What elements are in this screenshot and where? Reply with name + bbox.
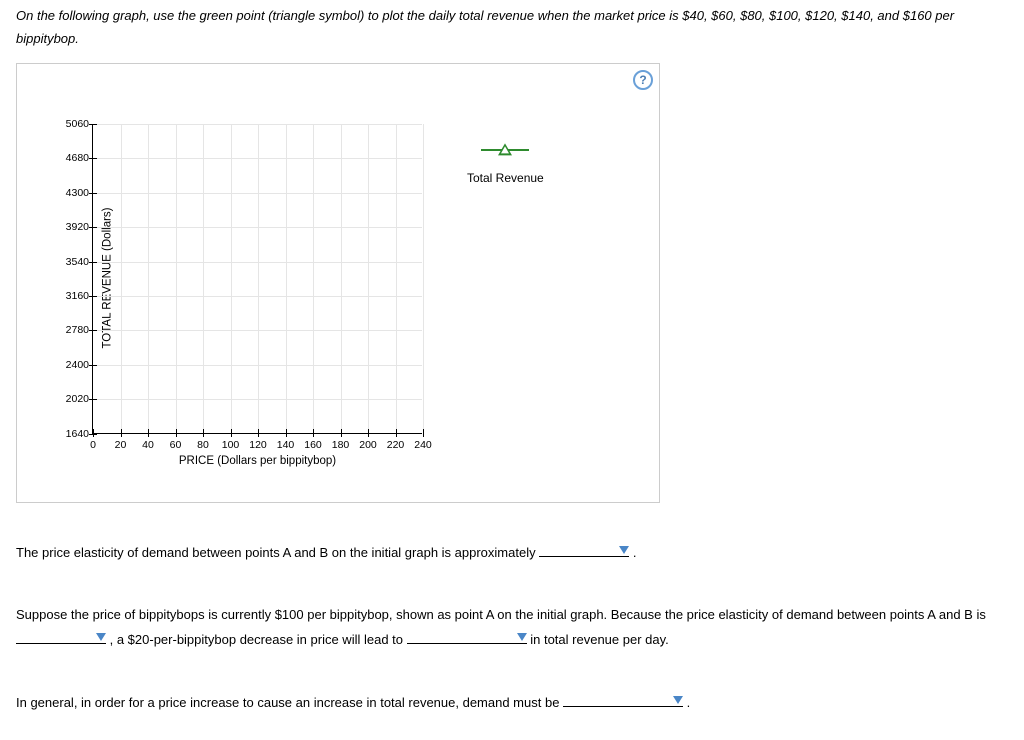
triangle-icon[interactable] [481, 142, 529, 158]
q1-post: . [629, 545, 636, 560]
x-tick-label: 200 [359, 439, 377, 451]
x-tick-label: 40 [142, 439, 154, 451]
question-1: The price elasticity of demand between p… [16, 541, 1008, 566]
legend-label: Total Revenue [467, 171, 544, 185]
y-tick-label: 3540 [57, 256, 89, 268]
instruction-text: On the following graph, use the green po… [16, 0, 1008, 57]
plot-area[interactable]: TOTAL REVENUE (Dollars) PRICE (Dollars p… [92, 124, 422, 434]
x-axis-title: PRICE (Dollars per bippitybop) [179, 455, 336, 467]
x-tick-label: 20 [115, 439, 127, 451]
x-tick-label: 100 [222, 439, 240, 451]
q2-mid: , a $20-per-bippitybop decrease in price… [106, 632, 407, 647]
caret-down-icon [673, 696, 683, 704]
x-tick-label: 180 [332, 439, 350, 451]
q3-pre: In general, in order for a price increas… [16, 695, 563, 710]
x-tick-label: 240 [414, 439, 432, 451]
y-tick-label: 2020 [57, 393, 89, 405]
x-tick-label: 220 [387, 439, 405, 451]
revenue-change-dropdown[interactable] [407, 630, 527, 644]
caret-down-icon [96, 633, 106, 641]
help-icon[interactable]: ? [633, 70, 653, 90]
question-2: Suppose the price of bippitybops is curr… [16, 603, 1008, 652]
elasticity-dropdown[interactable] [539, 543, 629, 557]
legend[interactable]: Total Revenue [467, 142, 544, 185]
y-tick-label: 2400 [57, 359, 89, 371]
elasticity-class-dropdown[interactable] [16, 630, 106, 644]
q1-pre: The price elasticity of demand between p… [16, 545, 539, 560]
x-tick-label: 0 [90, 439, 96, 451]
demand-type-dropdown[interactable] [563, 693, 683, 707]
y-tick-label: 4680 [57, 152, 89, 164]
y-tick-label: 5060 [57, 118, 89, 130]
y-axis-title: TOTAL REVENUE (Dollars) [102, 208, 114, 349]
y-tick-label: 1640 [57, 428, 89, 440]
graph-panel: ? TOTAL REVENUE (Dollars) PRICE (Dollars… [16, 63, 660, 503]
y-tick-label: 2780 [57, 324, 89, 336]
x-tick-label: 140 [277, 439, 295, 451]
caret-down-icon [517, 633, 527, 641]
x-tick-label: 60 [170, 439, 182, 451]
x-tick-label: 80 [197, 439, 209, 451]
x-tick-label: 160 [304, 439, 322, 451]
q2-pre: Suppose the price of bippitybops is curr… [16, 607, 986, 622]
y-tick-label: 3160 [57, 290, 89, 302]
caret-down-icon [619, 546, 629, 554]
x-tick-label: 120 [249, 439, 267, 451]
q2-post: in total revenue per day. [527, 632, 669, 647]
y-tick-label: 3920 [57, 221, 89, 233]
question-3: In general, in order for a price increas… [16, 691, 1008, 716]
q3-post: . [683, 695, 690, 710]
y-tick-label: 4300 [57, 187, 89, 199]
